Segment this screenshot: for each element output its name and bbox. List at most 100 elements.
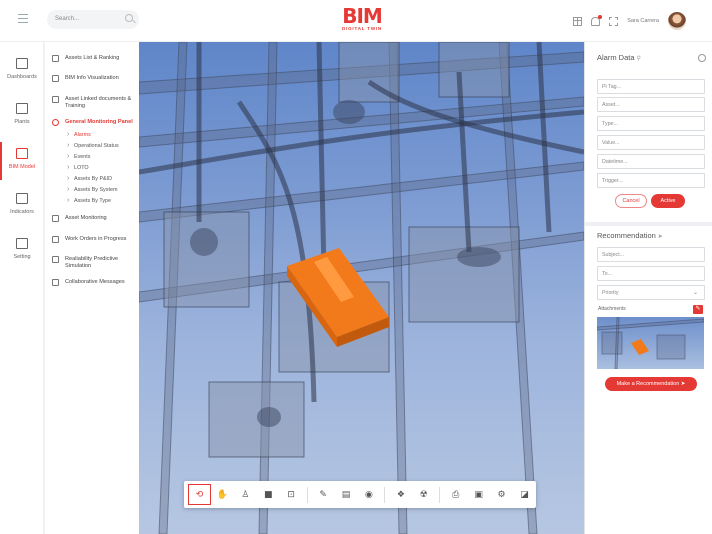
bim-submenu: Assets List & Ranking BIM Info Visualiza… — [45, 42, 139, 534]
submenu-subitem-assets-by-system[interactable]: Assets By System — [45, 186, 139, 194]
section-icon[interactable]: ▤ — [335, 484, 358, 505]
subject-field[interactable]: Subject... — [597, 247, 705, 262]
submenu-subitem-assets-by-type[interactable]: Assets By Type — [45, 197, 139, 205]
avatar[interactable] — [668, 12, 686, 30]
notification-dot — [598, 14, 603, 19]
submenu-item-assets-list[interactable]: Assets List & Ranking — [45, 55, 139, 62]
submenu-item-linked-documents[interactable]: Asset Linked documents & Training — [45, 96, 139, 110]
submenu-item-asset-monitoring[interactable]: Asset Monitoring — [45, 215, 139, 222]
make-recommendation-button[interactable]: Make a Recommendation ➤ — [605, 377, 697, 391]
submenu-label: BIM Info Visualization — [65, 75, 119, 81]
attachment-preview — [597, 317, 704, 369]
explode-icon[interactable]: ❖ — [389, 484, 412, 505]
submenu-subitem-loto[interactable]: LOTO — [45, 164, 139, 172]
pi-tag-field[interactable]: Pi Tag... — [597, 79, 705, 94]
submenu-item-work-orders[interactable]: Work Orders in Progress — [45, 236, 139, 243]
orbit-icon[interactable]: ⟲ — [188, 484, 211, 505]
recommendation-title-text: Recommendation — [597, 231, 656, 240]
to-field[interactable]: To... — [597, 266, 705, 281]
settings-icon — [16, 238, 28, 249]
value-field[interactable]: Value... — [597, 135, 705, 150]
nav-item-indicators[interactable]: Indicators — [0, 187, 44, 225]
bim-model-render[interactable] — [139, 42, 584, 534]
app-logo[interactable]: BIM DIGITAL TWIN — [340, 6, 384, 36]
model-browser-icon[interactable]: ☢ — [412, 484, 435, 505]
chart-icon — [16, 193, 28, 204]
measure-icon[interactable]: ✎ — [312, 484, 335, 505]
camera-icon[interactable]: ■ — [257, 484, 280, 505]
nav-item-bim-model[interactable]: BIM Model — [0, 142, 44, 180]
submenu-label: Asset Linked documents & Training — [65, 96, 132, 109]
submenu-item-general-monitoring[interactable]: General Monitoring Panel — [45, 119, 139, 126]
logo-subtitle: DIGITAL TWIN — [342, 26, 382, 31]
apps-grid-icon[interactable] — [573, 16, 583, 26]
panel-settings-icon[interactable] — [698, 54, 706, 62]
toolbar-divider — [306, 486, 308, 503]
right-panel: Alarm Data ⚲ Pi Tag... Asset... Type... V… — [584, 42, 712, 534]
logo-mark: BIM — [342, 4, 383, 28]
search-icon[interactable] — [125, 14, 133, 22]
submenu-item-collaborative-messages[interactable]: Collaborative Messages — [45, 279, 139, 286]
alarm-data-title-text: Alarm Data — [597, 53, 635, 62]
plants-icon — [16, 103, 28, 114]
trend-icon — [52, 256, 59, 263]
asset-field[interactable]: Asset... — [597, 97, 705, 112]
nav-item-setting[interactable]: Setting — [0, 232, 44, 270]
properties-icon[interactable]: ▣ — [467, 484, 490, 505]
fit-icon[interactable]: ⊡ — [280, 484, 303, 505]
toolbar-divider — [439, 486, 441, 503]
fullscreen-icon[interactable]: ◪ — [513, 484, 536, 505]
visibility-icon[interactable]: ◉ — [357, 484, 380, 505]
hamburger-menu-icon[interactable] — [18, 14, 28, 23]
trigger-field[interactable]: Trigger... — [597, 173, 705, 188]
document-icon — [52, 96, 59, 103]
nav-label: Indicators — [10, 209, 34, 215]
type-field[interactable]: Type... — [597, 116, 705, 131]
walk-icon[interactable]: ♙ — [234, 484, 257, 505]
dashboard-icon — [16, 58, 28, 69]
priority-select[interactable]: Priority ⌄ — [597, 285, 705, 300]
submenu-label: Asset Monitoring — [65, 215, 107, 221]
pan-icon[interactable]: ✋ — [211, 484, 234, 505]
add-attachment-icon[interactable]: ✎ — [693, 305, 703, 314]
monitor-icon — [52, 119, 59, 126]
settings-icon[interactable]: ⚙ — [490, 484, 513, 505]
submenu-label: Assets List & Ranking — [65, 55, 120, 61]
nav-label: Setting — [13, 254, 31, 260]
submenu-item-bim-info[interactable]: BIM Info Visualization — [45, 75, 139, 82]
top-bar: Search... BIM DIGITAL TWIN Sara Carrera — [0, 0, 712, 42]
submenu-subitem-alarms[interactable]: Alarms — [45, 131, 139, 139]
user-name[interactable]: Sara Carrera — [627, 18, 659, 24]
attachment-thumbnail[interactable] — [597, 317, 704, 369]
print-icon[interactable]: ⎙ — [444, 484, 467, 505]
search-input[interactable]: Search... — [47, 10, 139, 29]
submenu-subitem-assets-by-pid[interactable]: Assets By P&ID — [45, 175, 139, 183]
datetime-field[interactable]: Datetime... — [597, 154, 705, 169]
toolbar-divider — [384, 486, 386, 503]
submenu-label: Collaborative Messages — [65, 279, 125, 285]
cube-icon — [16, 148, 28, 159]
submenu-item-reliability-simulation[interactable]: Realiability Predictive Simulation — [45, 256, 139, 270]
viewer-toolbar: ⟲ ✋ ♙ ■ ⊡ ✎ ▤ ◉ ❖ ☢ ⎙ ▣ ⚙ ◪ — [184, 481, 536, 508]
make-recommendation-label: Make a Recommendation — [616, 381, 680, 387]
search-placeholder: Search... — [55, 16, 80, 22]
bim-3d-viewport[interactable]: ⟲ ✋ ♙ ■ ⊡ ✎ ▤ ◉ ❖ ☢ ⎙ ▣ ⚙ ◪ — [139, 42, 584, 534]
nav-item-plants[interactable]: Plants — [0, 97, 44, 135]
pin-icon[interactable]: ⚲ — [637, 56, 641, 62]
fullscreen-icon[interactable] — [609, 16, 619, 26]
clipboard-icon — [52, 236, 59, 243]
submenu-label: Realiability Predictive Simulation — [65, 256, 119, 269]
top-right-actions: Sara Carrera — [573, 12, 686, 30]
cancel-button[interactable]: Cancel — [615, 194, 647, 208]
nav-item-dashboards[interactable]: Dashboards — [0, 52, 44, 90]
chat-icon — [52, 279, 59, 286]
submenu-label: General Monitoring Panel — [65, 119, 133, 125]
left-navigation: Dashboards Plants BIM Model Indicators S… — [0, 42, 44, 534]
notification-bell-icon[interactable] — [591, 14, 603, 26]
submenu-subitem-operational-status[interactable]: Operational Status — [45, 142, 139, 150]
send-icon: ➤ — [680, 381, 686, 387]
gauge-icon — [52, 215, 59, 222]
active-button[interactable]: Active — [651, 194, 685, 208]
submenu-subitem-events[interactable]: Events — [45, 153, 139, 161]
recommendation-title: Recommendation ➤ — [597, 231, 663, 240]
